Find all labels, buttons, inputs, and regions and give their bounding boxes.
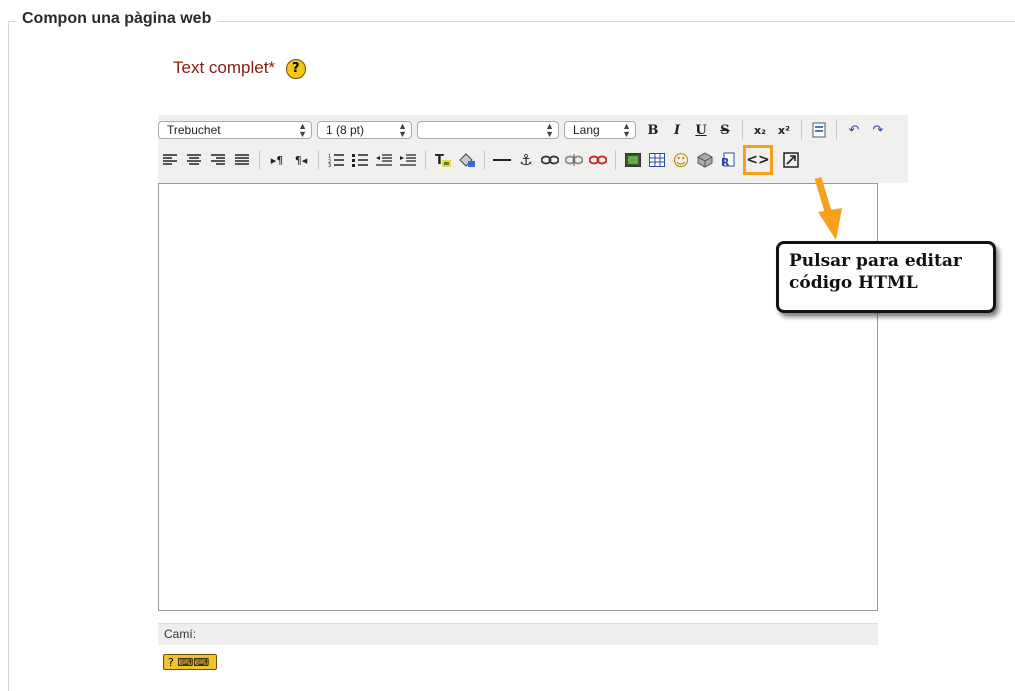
subscript-button[interactable]: x₂ [750,119,770,141]
toolbar-separator [318,150,319,170]
insert-table-icon[interactable] [647,149,667,171]
undo-icon[interactable]: ↶ [844,119,864,141]
toolbar-separator [742,120,743,140]
toolbar-separator [425,150,426,170]
strikethrough-button[interactable]: S [715,119,735,141]
callout-line-2: código HTML [789,273,918,293]
select-arrows-icon: ▲ ▼ [622,121,631,139]
html-callout: Pulsar para editar código HTML [776,241,996,313]
smiley-icon[interactable]: ☺ [671,149,691,171]
fieldset-legend: Compon una pàgina web [16,10,218,28]
align-center-icon[interactable] [184,149,204,171]
toolbar-row-1: Trebuchet ▲ ▼ 1 (8 pt) ▲ ▼ ▲ ▼ Lang ▲ ▼ B I … [158,117,890,143]
unlink-icon[interactable] [564,149,584,171]
path-label: Camí: [164,627,197,641]
svg-text:3: 3 [328,163,331,167]
align-left-icon[interactable] [160,149,180,171]
toolbar-separator [615,150,616,170]
rtl-icon[interactable]: ¶◂ [291,149,311,171]
underline-button[interactable]: U [691,119,711,141]
help-icon[interactable]: ? [285,58,306,79]
fieldset-border-left [8,21,9,691]
superscript-button[interactable]: x² [774,119,794,141]
field-label-wrapper: Text complet* ? [173,58,306,79]
insert-media-icon[interactable] [695,149,715,171]
redo-icon[interactable]: ↷ [868,119,888,141]
background-color-icon[interactable] [457,149,477,171]
font-size-select[interactable]: 1 (8 pt) ▲ ▼ [317,121,412,139]
lang-value: Lang [573,123,600,137]
numbered-list-icon[interactable]: 123 [326,149,346,171]
indent-icon[interactable] [398,149,418,171]
select-arrows-icon: ▲ ▼ [545,121,554,139]
toolbar-separator [259,150,260,170]
editor-content-area[interactable] [158,183,878,611]
bold-button[interactable]: B [643,119,663,141]
bullet-list-icon[interactable] [350,149,370,171]
search-replace-icon[interactable]: R [719,149,739,171]
align-justify-icon[interactable] [232,149,252,171]
link-icon[interactable] [540,149,560,171]
fullscreen-icon[interactable] [781,149,801,171]
clean-word-icon[interactable] [809,119,829,141]
editor-toolbar: Trebuchet ▲ ▼ 1 (8 pt) ▲ ▼ ▲ ▼ Lang ▲ ▼ B I … [158,115,908,183]
toolbar-separator [484,150,485,170]
callout-arrow-icon [814,176,842,240]
anchor-icon[interactable]: ⚓ [516,149,536,171]
toolbar-row-2: ▸¶ ¶◂ 123 T ⚓ ☺ R <> [158,145,803,175]
svg-text:R: R [721,156,730,168]
outdent-icon[interactable] [374,149,394,171]
font-size-value: 1 (8 pt) [326,123,365,137]
horizontal-rule-icon[interactable] [492,149,512,171]
html-source-button[interactable]: <> [743,145,773,175]
keyboard-help-button[interactable]: ? ⌨⌨ [163,654,217,670]
lang-select[interactable]: Lang ▲ ▼ [564,121,636,139]
select-arrows-icon: ▲ ▼ [398,121,407,139]
editor-path-bar: Camí: [158,623,878,645]
field-label: Text complet* [173,58,276,77]
align-right-icon[interactable] [208,149,228,171]
font-family-select[interactable]: Trebuchet ▲ ▼ [158,121,312,139]
toolbar-separator [801,120,802,140]
text-color-icon[interactable]: T [433,149,453,171]
select-arrows-icon: ▲ ▼ [298,121,307,139]
ltr-icon[interactable]: ▸¶ [267,149,287,171]
callout-line-1: Pulsar para editar [789,251,962,271]
font-family-value: Trebuchet [167,123,221,137]
italic-button[interactable]: I [667,119,687,141]
nolink-icon[interactable] [588,149,608,171]
insert-image-icon[interactable] [623,149,643,171]
toolbar-separator [836,120,837,140]
format-select[interactable]: ▲ ▼ [417,121,559,139]
